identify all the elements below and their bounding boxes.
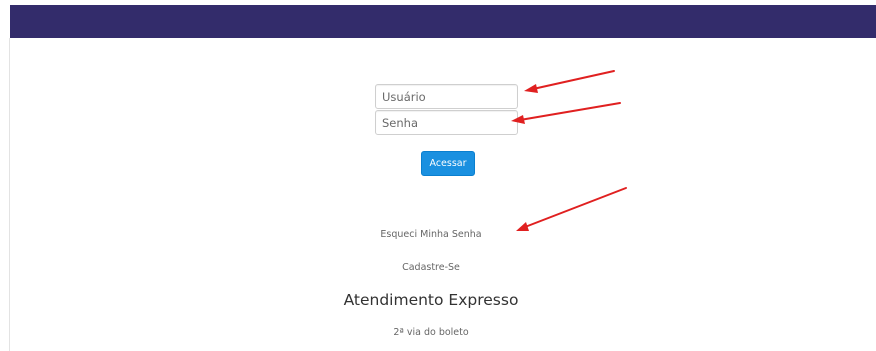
password-input[interactable] (375, 110, 518, 135)
login-page: Acessar Esqueci Minha Senha Cadastre-Se … (0, 0, 876, 351)
arrow-to-username-icon (524, 70, 615, 93)
boleto-link[interactable]: 2ª via do boleto (0, 327, 869, 338)
signup-link[interactable]: Cadastre-Se (0, 262, 869, 273)
arrow-to-password-icon (511, 102, 621, 124)
username-input[interactable] (375, 84, 518, 109)
arrow-to-forgot-link-icon (516, 187, 627, 231)
express-service-title: Atendimento Expresso (343, 291, 519, 309)
login-button[interactable]: Acessar (421, 151, 475, 176)
header-bar (10, 5, 876, 38)
forgot-password-link[interactable]: Esqueci Minha Senha (0, 229, 869, 240)
